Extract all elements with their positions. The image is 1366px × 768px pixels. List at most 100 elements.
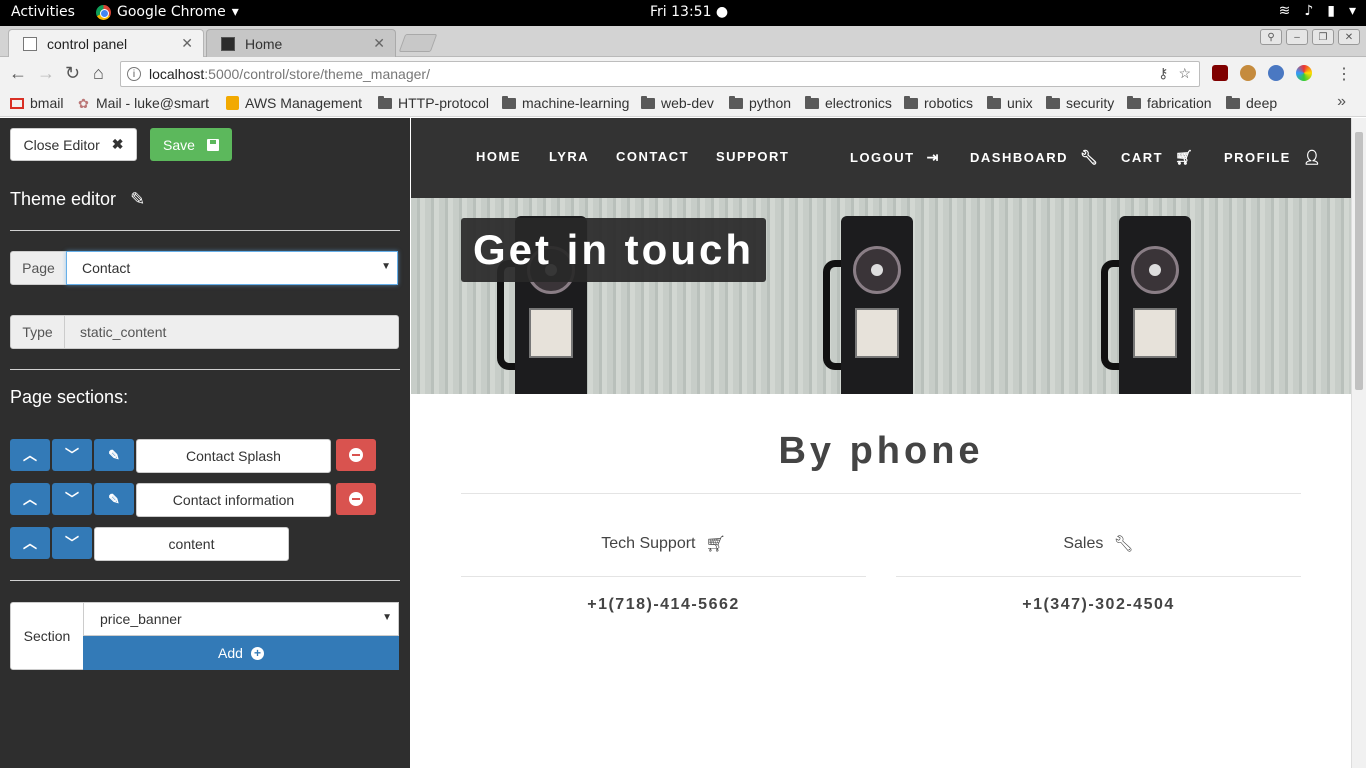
- forward-icon[interactable]: →: [37, 63, 55, 84]
- bookmark-folder[interactable]: unix: [987, 95, 1033, 111]
- bookmark-folder[interactable]: HTTP-protocol: [378, 95, 489, 111]
- home-icon[interactable]: ⌂: [93, 63, 104, 84]
- close-icon[interactable]: ✕: [373, 35, 385, 52]
- editor-title: Theme editor ✎: [10, 189, 145, 210]
- tab-label: Home: [245, 35, 283, 52]
- move-down-button[interactable]: ﹀: [52, 439, 92, 471]
- bookmark-label: robotics: [924, 95, 974, 111]
- nav-label: LOGOUT: [850, 150, 915, 165]
- folder-icon: [641, 95, 655, 109]
- profile-icon[interactable]: ⚲: [1260, 29, 1282, 45]
- key-icon[interactable]: ⚷: [1158, 65, 1168, 82]
- move-up-button[interactable]: ︿: [10, 439, 50, 471]
- section-name-button[interactable]: Contact Splash: [136, 439, 331, 473]
- edit-section-button[interactable]: ✎: [94, 483, 134, 515]
- bookmark-folder[interactable]: deep: [1226, 95, 1277, 111]
- minimize-icon[interactable]: –: [1286, 29, 1308, 45]
- chevron-up-icon: ︿: [23, 535, 37, 551]
- chevron-up-icon: ︿: [23, 447, 37, 463]
- page-scrollbar[interactable]: [1351, 118, 1366, 768]
- move-down-button[interactable]: ﹀: [52, 527, 92, 559]
- section-select[interactable]: price_banner ▼: [83, 602, 399, 636]
- bookmark-label: fabrication: [1147, 95, 1212, 111]
- tab-strip: control panel ✕ Home ✕ ⚲ – ❐ ✕: [0, 26, 1366, 57]
- url-path: :5000/control/store/theme_manager/: [204, 66, 430, 82]
- aws-icon: [226, 96, 240, 110]
- remove-section-button[interactable]: [336, 483, 376, 515]
- close-window-icon[interactable]: ✕: [1338, 29, 1360, 45]
- bookmark-mail[interactable]: ✿ Mail - luke@smart: [78, 95, 212, 111]
- gmail-icon: [10, 97, 24, 109]
- nav-lyra[interactable]: LYRA: [549, 149, 589, 164]
- clock-text: Fri 13:51: [650, 4, 712, 20]
- section-select-value: price_banner: [100, 611, 182, 627]
- nav-contact[interactable]: CONTACT: [616, 149, 689, 164]
- add-section-form: Section price_banner ▼ Add +: [10, 602, 399, 670]
- move-down-button[interactable]: ﹀: [52, 483, 92, 515]
- nav-logout[interactable]: LOGOUT ⇥: [850, 149, 940, 166]
- nav-cart[interactable]: CART 🛒︎: [1121, 149, 1194, 166]
- section-name-button[interactable]: Contact information: [136, 483, 331, 517]
- remove-section-button[interactable]: [336, 439, 376, 471]
- contact-name-text: Sales: [1063, 535, 1104, 552]
- section-name-button[interactable]: content: [94, 527, 289, 561]
- clock[interactable]: Fri 13:51 ●: [650, 4, 728, 20]
- ublock-icon[interactable]: [1212, 65, 1228, 81]
- phone-number[interactable]: +1(718)-414-5662: [461, 596, 866, 614]
- page-select-value: Contact: [82, 260, 131, 276]
- bookmark-folder[interactable]: fabrication: [1127, 95, 1212, 111]
- cart-icon: 🛒︎: [1175, 149, 1195, 165]
- close-icon[interactable]: ✕: [181, 35, 193, 52]
- phone-number[interactable]: +1(347)-302-4504: [896, 596, 1301, 614]
- add-section-button[interactable]: Add +: [83, 636, 399, 670]
- hero-title: Get in touch: [461, 218, 766, 282]
- bookmark-folder[interactable]: machine-learning: [502, 95, 629, 111]
- bookmark-folder[interactable]: security: [1046, 95, 1114, 111]
- nav-profile[interactable]: PROFILE 👤︎: [1224, 149, 1322, 166]
- bookmark-folder[interactable]: python: [729, 95, 791, 111]
- save-button[interactable]: Save: [150, 128, 232, 161]
- move-up-button[interactable]: ︿: [10, 483, 50, 515]
- address-bar[interactable]: i localhost :5000/control/store/theme_ma…: [120, 61, 1200, 87]
- menu-icon[interactable]: ⋮: [1336, 64, 1352, 84]
- close-editor-button[interactable]: Close Editor ✖: [10, 128, 137, 161]
- info-icon[interactable]: i: [127, 67, 141, 81]
- bookmark-folder[interactable]: electronics: [805, 95, 892, 111]
- app-menu[interactable]: Google Chrome ▾: [96, 4, 239, 20]
- system-tray[interactable]: ≋ ♪ ▮ ▾: [1279, 3, 1356, 19]
- divider: [461, 493, 1301, 494]
- page-select[interactable]: Contact ▼: [66, 251, 398, 285]
- color-picker-icon[interactable]: [1296, 65, 1312, 81]
- tab-home[interactable]: Home ✕: [206, 29, 396, 57]
- star-icon[interactable]: ☆: [1178, 65, 1191, 82]
- caret-down-icon: ▼: [381, 261, 391, 272]
- activities-button[interactable]: Activities: [11, 4, 75, 20]
- edit-section-button[interactable]: ✎: [94, 439, 134, 471]
- move-up-button[interactable]: ︿: [10, 527, 50, 559]
- bookmark-folder[interactable]: robotics: [904, 95, 973, 111]
- tab-control-panel[interactable]: control panel ✕: [8, 29, 204, 57]
- divider: [896, 576, 1301, 577]
- cookie-icon[interactable]: [1240, 65, 1256, 81]
- bookmark-aws[interactable]: AWS Management: [226, 95, 362, 111]
- nav-dashboard[interactable]: DASHBOARD 🔧︎: [970, 149, 1099, 166]
- bookmark-bmail[interactable]: bmail: [10, 95, 63, 111]
- type-label: Type: [10, 315, 65, 349]
- globe-icon[interactable]: [1268, 65, 1284, 81]
- chevron-right-icon[interactable]: »: [1337, 93, 1346, 111]
- user-icon: 👤︎: [1302, 149, 1323, 165]
- maximize-icon[interactable]: ❐: [1312, 29, 1334, 45]
- reload-icon[interactable]: ↻: [65, 63, 80, 84]
- back-icon[interactable]: ←: [9, 63, 27, 84]
- nav-support[interactable]: SUPPORT: [716, 149, 789, 164]
- nav-home[interactable]: HOME: [476, 149, 521, 164]
- window-controls: ⚲ – ❐ ✕: [1260, 29, 1360, 45]
- type-field: static_content: [64, 315, 399, 349]
- tab-label: control panel: [47, 35, 128, 52]
- scrollbar-thumb[interactable]: [1355, 132, 1363, 390]
- new-tab-button[interactable]: [398, 34, 438, 52]
- minus-circle-icon: [349, 492, 363, 506]
- pencil-icon: ✎: [108, 446, 120, 463]
- bookmark-folder[interactable]: web-dev: [641, 95, 714, 111]
- page-label: Page: [10, 251, 67, 285]
